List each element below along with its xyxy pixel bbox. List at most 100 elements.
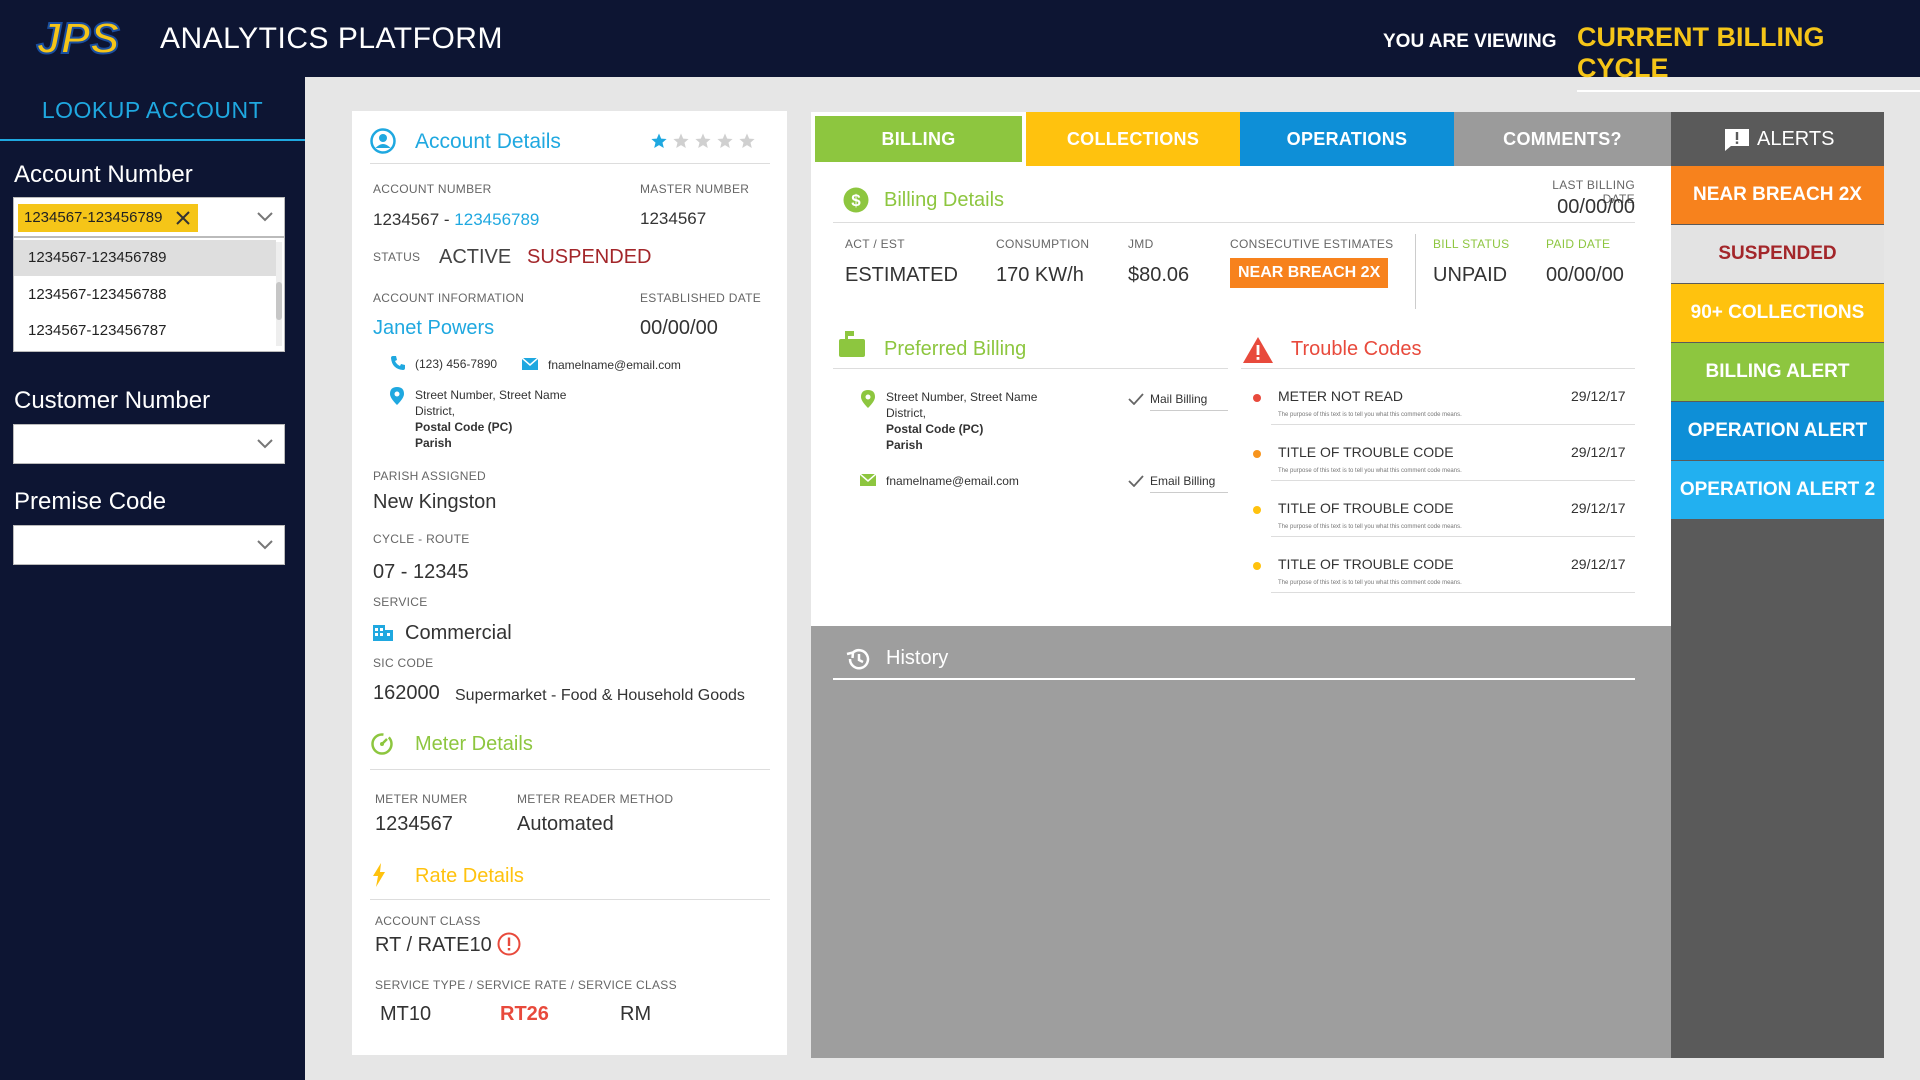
rating-stars[interactable] [651, 133, 761, 154]
email-billing-option[interactable]: Email Billing [1150, 473, 1228, 493]
master-number-label: MASTER NUMBER [640, 182, 750, 196]
address-line: Postal Code (PC) [415, 420, 513, 434]
email-address[interactable]: fnamelname@email.com [548, 357, 681, 373]
consecutive-estimates-badge: NEAR BREACH 2X [1230, 258, 1389, 288]
account-number-label: Account Number [14, 161, 193, 188]
lookup-title: LOOKUP ACCOUNT [41, 97, 264, 123]
sic-code-value: 162000 [373, 682, 440, 704]
sic-code-description: Supermarket - Food & Household Goods [455, 687, 745, 704]
account-number-select[interactable]: 1234567-123456789 [13, 197, 285, 237]
vertical-divider [1415, 234, 1416, 309]
tab-operations[interactable]: OPERATIONS [1240, 112, 1454, 166]
alert-90-collections[interactable]: 90+ COLLECTIONS [1671, 284, 1884, 342]
service-class-value: RM [620, 1003, 652, 1025]
alert-near-breach-2x[interactable]: NEAR BREACH 2X [1671, 166, 1884, 224]
account-number-tag-text: 1234567-123456789 [24, 209, 163, 226]
trouble-code-description: The purpose of this text is to tell you … [1278, 524, 1462, 530]
phone-number[interactable]: (123) 456-7890 [415, 356, 497, 372]
close-icon[interactable] [174, 209, 192, 227]
customer-number-select[interactable] [13, 424, 285, 464]
account-number-link[interactable]: 123456789 [454, 210, 539, 229]
trouble-code-date: 29/12/17 [1571, 388, 1626, 404]
history-panel: History [811, 626, 1671, 1058]
billing-details-title: Billing Details [884, 189, 1005, 211]
account-holder-name[interactable]: Janet Powers [373, 317, 494, 340]
alerts-panel: ALERTS NEAR BREACH 2X SUSPENDED 90+ COLLEC… [1671, 112, 1884, 1058]
trouble-code-date: 29/12/17 [1571, 556, 1626, 572]
sic-code-label: SIC CODE [373, 656, 434, 670]
checkmark-icon[interactable] [1128, 393, 1144, 405]
account-number-value: 1234567 - 123456789 [373, 210, 539, 230]
rate-details-title: Rate Details [415, 865, 524, 887]
lightning-icon [373, 863, 385, 887]
star-icon[interactable] [717, 133, 733, 149]
status-label: STATUS [373, 250, 421, 264]
paid-date-value: 00/00/00 [1546, 264, 1624, 286]
star-icon[interactable] [673, 133, 689, 149]
service-label: SERVICE [373, 595, 428, 609]
tab-billing[interactable]: BILLING [811, 112, 1026, 166]
address-line: Street Number, Street Name [886, 390, 1038, 404]
star-icon[interactable] [695, 133, 711, 149]
main-tabs: BILLING COLLECTIONS OPERATIONS COMMENTS? [811, 112, 1671, 166]
billing-email[interactable]: fnamelname@email.com [886, 473, 1019, 489]
dropdown-option[interactable]: 1234567-123456788 [14, 277, 276, 313]
meter-reader-method-value: Automated [517, 813, 614, 835]
tab-comments[interactable]: COMMENTS? [1454, 112, 1671, 166]
alert-operation-alert[interactable]: OPERATION ALERT [1671, 402, 1884, 460]
alert-billing-alert[interactable]: BILLING ALERT [1671, 343, 1884, 401]
tab-collections[interactable]: COLLECTIONS [1026, 112, 1240, 166]
user-icon [370, 128, 396, 154]
meter-reader-method-label: METER READER METHOD [517, 792, 674, 806]
jps-logo[interactable]: JPS [14, 17, 142, 61]
star-icon[interactable] [651, 133, 667, 149]
account-number-label: ACCOUNT NUMBER [373, 182, 492, 196]
cycle-route-value: 07 - 12345 [373, 561, 469, 583]
divider [833, 222, 1635, 223]
premise-code-select[interactable] [13, 525, 285, 565]
billing-cycle-selector[interactable]: CURRENT BILLING CYCLE [1577, 22, 1920, 92]
history-icon [846, 648, 870, 670]
divider [833, 368, 1228, 369]
trouble-code-title: METER NOT READ [1278, 388, 1403, 404]
chevron-down-icon[interactable] [256, 535, 274, 553]
divider [1241, 368, 1635, 369]
status-dot [1253, 450, 1261, 458]
trouble-code-item[interactable]: TITLE OF TROUBLE CODE 29/12/17 The purpo… [1241, 498, 1635, 550]
divider [833, 678, 1635, 680]
trouble-code-title: TITLE OF TROUBLE CODE [1278, 500, 1454, 516]
consumption-label: CONSUMPTION [996, 237, 1090, 251]
mail-billing-option[interactable]: Mail Billing [1150, 391, 1228, 411]
alert-operation-alert-2[interactable]: OPERATION ALERT 2 [1671, 461, 1884, 519]
status-dot [1253, 394, 1261, 402]
warning-triangle-icon [1243, 337, 1273, 363]
chevron-down-icon[interactable] [256, 434, 274, 452]
trouble-codes-title: Trouble Codes [1291, 338, 1422, 360]
trouble-code-item[interactable]: METER NOT READ 29/12/17 The purpose of t… [1241, 386, 1635, 438]
app-title: ANALYTICS PLATFORM [160, 22, 503, 55]
dropdown-option[interactable]: 1234567-123456787 [14, 313, 276, 349]
email-icon [522, 358, 538, 370]
warning-circle-icon[interactable] [497, 932, 521, 956]
account-details-title: Account Details [415, 130, 561, 153]
star-icon[interactable] [739, 133, 755, 149]
trouble-code-item[interactable]: TITLE OF TROUBLE CODE 29/12/17 The purpo… [1241, 554, 1635, 606]
consumption-value: 170 KW/h [996, 264, 1084, 286]
status-dot [1253, 506, 1261, 514]
phone-icon [391, 356, 405, 370]
checkmark-icon[interactable] [1128, 475, 1144, 487]
parish-assigned-value: New Kingston [373, 491, 497, 513]
mailbox-icon [839, 331, 865, 357]
dropdown-option[interactable]: 1234567-123456789 [14, 240, 276, 276]
divider [1271, 480, 1635, 481]
billing-panel: $ Billing Details LAST BILLING DATE 00/0… [811, 166, 1671, 626]
trouble-code-title: TITLE OF TROUBLE CODE [1278, 556, 1454, 572]
premise-code-label: Premise Code [14, 488, 167, 515]
address-line: District, [886, 406, 926, 420]
dropdown-scroll-thumb[interactable] [276, 282, 282, 320]
trouble-code-item[interactable]: TITLE OF TROUBLE CODE 29/12/17 The purpo… [1241, 442, 1635, 494]
chevron-down-icon[interactable] [256, 207, 274, 225]
alert-suspended[interactable]: SUSPENDED [1671, 225, 1884, 283]
address-line: Parish [886, 438, 923, 452]
divider [370, 899, 770, 900]
